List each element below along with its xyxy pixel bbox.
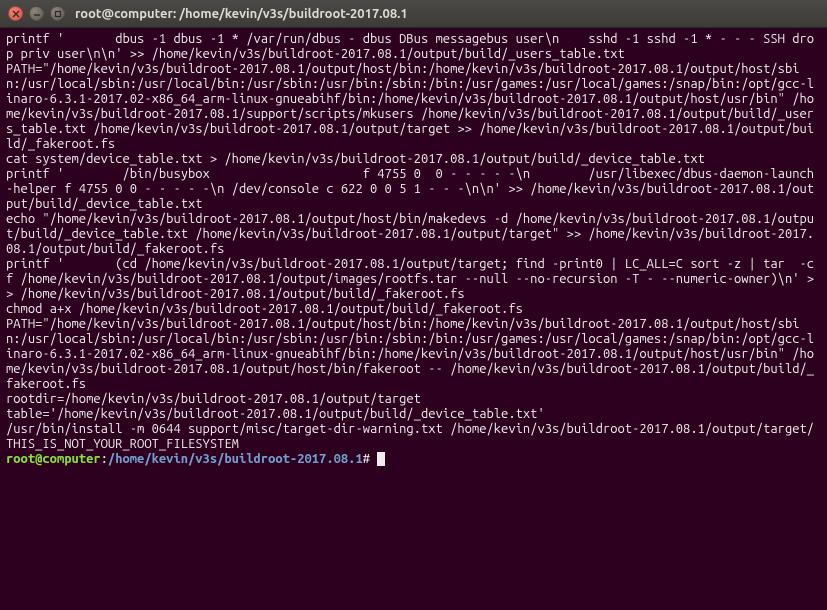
prompt-path: /home/kevin/v3s/buildroot-2017.08.1 xyxy=(108,452,363,466)
prompt-user-host: root@computer xyxy=(6,452,101,466)
window-controls xyxy=(8,6,65,21)
prompt: root@computer:/home/kevin/v3s/buildroot-… xyxy=(6,452,385,466)
prompt-colon: : xyxy=(101,452,108,466)
terminal-output: printf ' dbus -1 dbus -1 * /var/run/dbus… xyxy=(6,32,814,451)
cursor xyxy=(377,452,385,466)
close-icon[interactable] xyxy=(8,6,23,21)
prompt-symbol: # xyxy=(363,452,370,466)
terminal-area[interactable]: printf ' dbus -1 dbus -1 * /var/run/dbus… xyxy=(0,28,827,610)
minimize-icon[interactable] xyxy=(29,6,44,21)
maximize-icon[interactable] xyxy=(50,6,65,21)
window-title: root@computer: /home/kevin/v3s/buildroot… xyxy=(75,7,408,21)
titlebar: root@computer: /home/kevin/v3s/buildroot… xyxy=(0,0,827,28)
